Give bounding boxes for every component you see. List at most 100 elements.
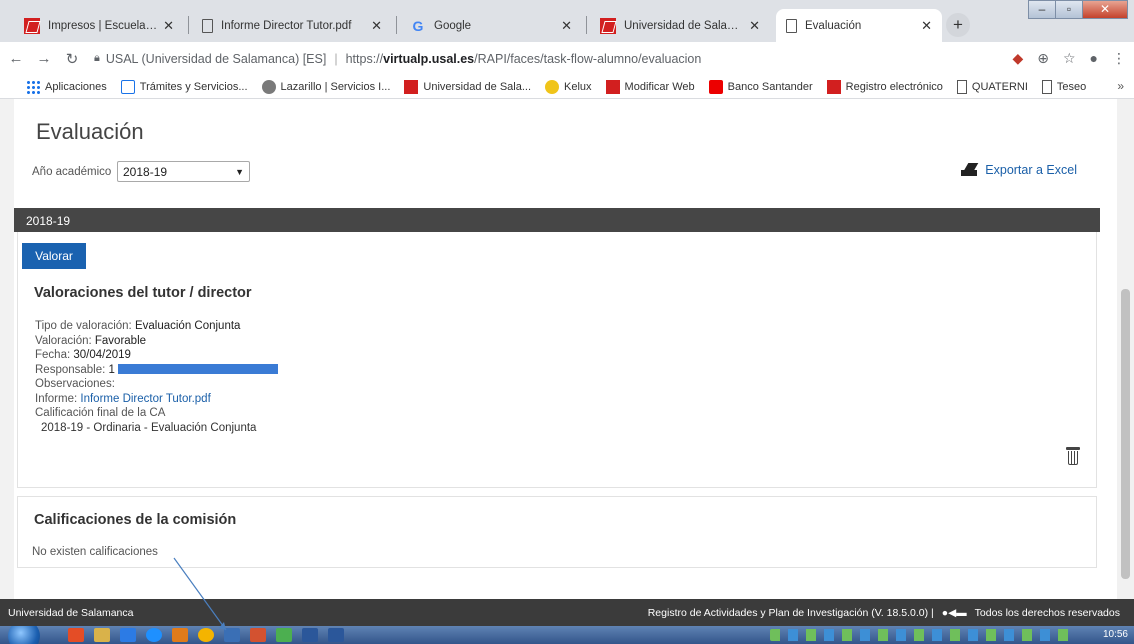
bookmark-label: Modificar Web: [624, 80, 695, 93]
outlook-icon[interactable]: [224, 628, 240, 642]
app-icon[interactable]: [68, 628, 84, 642]
tab-title: Evaluación: [805, 19, 862, 32]
profile-icon[interactable]: ●: [1090, 50, 1098, 67]
folder-icon[interactable]: [94, 628, 110, 642]
tab-universidad[interactable]: Universidad de Salamanca | ✕: [590, 9, 770, 42]
forward-icon[interactable]: →: [32, 50, 56, 67]
bookmark-tramites[interactable]: Trámites y Servicios...: [120, 79, 248, 94]
zoom-icon[interactable]: ⊕: [1037, 50, 1049, 67]
santander-icon: [708, 79, 723, 94]
section-title-calificaciones: Calificaciones de la comisión: [34, 512, 237, 528]
usal-icon: [600, 17, 616, 34]
calificaciones-panel: [17, 496, 1097, 568]
url-path: /RAPI/faces/task-flow-alumno/evaluacion: [474, 51, 702, 66]
calificacion-label: Calificación final de la CA: [35, 407, 166, 419]
footer-app-version: Registro de Actividades y Plan de Invest…: [647, 607, 934, 619]
export-label: Exportar a Excel: [985, 163, 1077, 177]
window-controls: – ▫ ✕: [1028, 0, 1128, 19]
app-icon[interactable]: [250, 628, 266, 642]
close-tab-icon[interactable]: ✕: [561, 18, 572, 34]
main-content: Evaluación Año académico 2018-19 ▼ Expor…: [14, 99, 1117, 599]
close-tab-icon[interactable]: ✕: [749, 18, 760, 34]
usal-icon: [605, 79, 620, 94]
menu-icon[interactable]: ⋮: [1112, 50, 1126, 67]
tab-informe-pdf[interactable]: Informe Director Tutor.pdf ✕: [192, 9, 392, 42]
bookmark-label: Aplicaciones: [45, 80, 107, 93]
ie-icon[interactable]: [146, 628, 162, 642]
year-header-bar: 2018-19: [14, 208, 1100, 232]
scrollbar-thumb[interactable]: [1121, 289, 1130, 579]
tab-title: Informe Director Tutor.pdf: [221, 19, 352, 32]
valorar-button[interactable]: Valorar: [22, 243, 86, 269]
site-info: USAL (Universidad de Salamanca) [ES]: [105, 51, 327, 66]
bookmark-teseo[interactable]: Teseo: [1041, 79, 1086, 94]
address-bar[interactable]: 🔒︎ USAL (Universidad de Salamanca) [ES] …: [88, 45, 978, 72]
chevron-down-icon: ▼: [235, 166, 244, 177]
kelux-icon: [545, 79, 560, 94]
section-title-valoraciones: Valoraciones del tutor / director: [34, 285, 252, 301]
year-label: Año académico: [32, 166, 112, 178]
bookmark-registro[interactable]: Registro electrónico: [826, 79, 943, 94]
page-footer: Universidad de Salamanca Registro de Act…: [0, 599, 1134, 626]
close-tab-icon[interactable]: ✕: [921, 18, 932, 34]
page-viewport: Evaluación Año académico 2018-19 ▼ Expor…: [0, 99, 1134, 599]
year-select[interactable]: 2018-19 ▼: [117, 161, 250, 182]
browser-toolbar: ← → ↻ ⌂ 🔒︎ USAL (Universidad de Salamanc…: [0, 42, 1134, 75]
google-icon: G: [412, 17, 424, 34]
extension-icon[interactable]: ◆: [1012, 50, 1023, 67]
valoracion-label: Valoración:: [35, 334, 92, 347]
bookmark-modificar-web[interactable]: Modificar Web: [605, 79, 695, 94]
informe-label: Informe:: [35, 392, 78, 405]
system-tray-icons[interactable]: [770, 629, 1070, 641]
close-window-icon[interactable]: ✕: [1082, 0, 1128, 19]
clock: 10:56: [1102, 629, 1128, 640]
tab-impresos[interactable]: Impresos | Escuela de Docto ✕: [14, 9, 184, 42]
tipo-value: Evaluación Conjunta: [134, 320, 241, 332]
bookmark-universidad[interactable]: Universidad de Sala...: [404, 79, 532, 94]
calificacion-value: 2018-19 - Ordinaria - Evaluación Conjunt…: [41, 421, 257, 434]
bookmark-quaterni[interactable]: QUATERNI: [956, 79, 1028, 94]
informe-link[interactable]: Informe Director Tutor.pdf: [80, 393, 210, 405]
usal-icon: [826, 79, 841, 94]
media-icon[interactable]: [172, 628, 188, 642]
close-tab-icon[interactable]: ✕: [163, 18, 174, 34]
lock-icon[interactable]: 🔒︎: [94, 52, 100, 65]
minimize-icon[interactable]: –: [1028, 0, 1056, 19]
trash-icon[interactable]: [1066, 447, 1080, 465]
apps-grid-icon: [26, 79, 40, 94]
reload-icon[interactable]: ↻: [60, 50, 84, 68]
fecha-value: 30/04/2019: [73, 349, 131, 361]
tab-google[interactable]: G Google ✕: [400, 9, 582, 42]
valoracion-details: Tipo de valoración: Evaluación Conjunta …: [35, 319, 278, 435]
bookmarks-overflow-icon[interactable]: »: [1117, 79, 1124, 93]
bookmark-kelux[interactable]: Kelux: [545, 79, 592, 94]
url-host: virtualp.usal.es: [383, 51, 475, 66]
close-tab-icon[interactable]: ✕: [371, 18, 382, 34]
oracle-logo-icon: ●◀▬: [941, 607, 967, 619]
bookmark-label: Universidad de Sala...: [423, 80, 532, 93]
bookmark-label: Trámites y Servicios...: [139, 80, 248, 93]
back-icon[interactable]: ←: [4, 50, 28, 67]
tab-evaluacion[interactable]: Evaluación ✕: [776, 9, 942, 42]
bookmark-santander[interactable]: Banco Santander: [708, 79, 813, 94]
url-prefix: https://: [345, 51, 384, 66]
word-icon[interactable]: [302, 628, 318, 642]
star-icon[interactable]: ☆: [1063, 50, 1076, 67]
app-icon[interactable]: [276, 628, 292, 642]
usal-icon: [404, 79, 419, 94]
new-tab-button[interactable]: +: [946, 13, 970, 37]
bookmark-label: Lazarillo | Servicios I...: [280, 80, 391, 93]
no-calificaciones-text: No existen calificaciones: [32, 546, 158, 558]
app-icon[interactable]: [120, 628, 136, 642]
bookmark-lazarillo[interactable]: Lazarillo | Servicios I...: [261, 79, 391, 94]
scrollbar[interactable]: [1117, 99, 1134, 599]
usal-icon: [24, 17, 40, 34]
bookmark-aplicaciones[interactable]: Aplicaciones: [26, 79, 107, 94]
word-icon[interactable]: [328, 628, 344, 642]
windows-taskbar: 10:56: [0, 626, 1134, 644]
valoracion-value: Favorable: [94, 334, 147, 347]
start-button-icon[interactable]: [8, 626, 40, 644]
export-excel-link[interactable]: Exportar a Excel: [959, 163, 1077, 177]
chrome-icon[interactable]: [198, 628, 214, 642]
maximize-icon[interactable]: ▫: [1055, 0, 1083, 19]
